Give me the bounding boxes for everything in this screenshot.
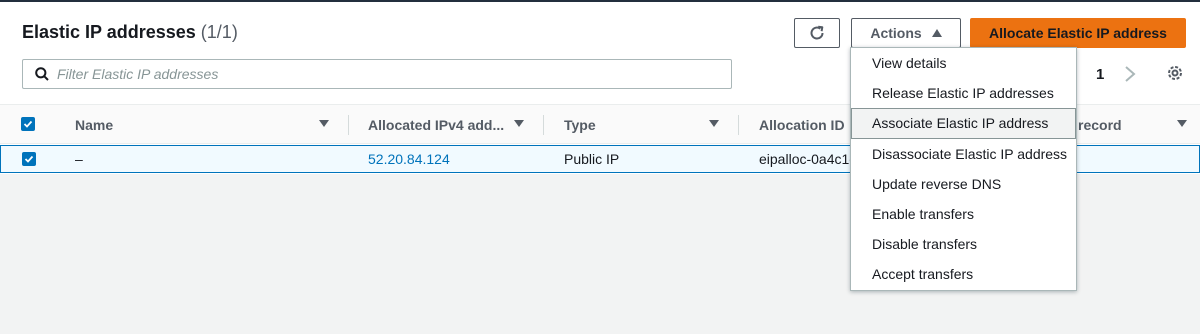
column-header-record[interactable]: record xyxy=(1078,105,1122,145)
caret-up-icon xyxy=(931,29,942,37)
column-divider[interactable] xyxy=(348,115,349,135)
cell-type: Public IP xyxy=(564,151,620,167)
menu-item-associate[interactable]: Associate Elastic IP address xyxy=(851,108,1076,139)
menu-item-update-reverse-dns[interactable]: Update reverse DNS xyxy=(851,169,1076,199)
menu-item-enable-transfers[interactable]: Enable transfers xyxy=(851,199,1076,229)
actions-button-label: Actions xyxy=(870,25,922,41)
menu-item-disable-transfers[interactable]: Disable transfers xyxy=(851,229,1076,259)
cell-name: – xyxy=(75,151,83,167)
sort-icon[interactable] xyxy=(1177,120,1187,127)
page-number[interactable]: 1 xyxy=(1096,66,1104,83)
actions-dropdown-menu: View details Release Elastic IP addresse… xyxy=(850,47,1077,291)
next-page-button[interactable] xyxy=(1123,64,1137,89)
refresh-button[interactable] xyxy=(794,18,840,48)
column-divider[interactable] xyxy=(738,115,739,135)
checkmark-icon xyxy=(23,120,33,128)
menu-item-accept-transfers[interactable]: Accept transfers xyxy=(851,259,1076,289)
refresh-icon xyxy=(810,25,824,40)
allocate-elastic-ip-button[interactable]: Allocate Elastic IP address xyxy=(970,18,1186,48)
column-header-ipv4[interactable]: Allocated IPv4 add... xyxy=(368,105,504,145)
sort-icon[interactable] xyxy=(514,120,524,127)
column-header-allocation-id[interactable]: Allocation ID xyxy=(759,105,845,145)
actions-button[interactable]: Actions xyxy=(851,18,961,48)
checkmark-icon xyxy=(24,155,34,163)
preferences-button[interactable] xyxy=(1166,64,1184,87)
search-field[interactable] xyxy=(22,59,732,89)
cell-ipv4-link[interactable]: 52.20.84.124 xyxy=(368,146,450,172)
gear-icon xyxy=(1168,66,1182,80)
column-header-type[interactable]: Type xyxy=(564,105,596,145)
selection-count: (1/1) xyxy=(200,22,238,42)
menu-item-release[interactable]: Release Elastic IP addresses xyxy=(851,78,1076,108)
chevron-right-icon xyxy=(1125,66,1136,82)
column-divider[interactable] xyxy=(543,115,544,135)
menu-item-view-details[interactable]: View details xyxy=(851,48,1076,78)
sort-icon[interactable] xyxy=(709,120,719,127)
page-title-text: Elastic IP addresses xyxy=(22,22,196,42)
menu-item-disassociate[interactable]: Disassociate Elastic IP address xyxy=(851,139,1076,169)
row-checkbox[interactable] xyxy=(22,152,36,166)
cell-allocation-id: eipalloc-0a4c1c xyxy=(759,151,857,167)
search-input[interactable] xyxy=(57,66,717,82)
select-all-checkbox[interactable] xyxy=(21,117,35,131)
sort-icon[interactable] xyxy=(319,120,329,127)
page-title: Elastic IP addresses (1/1) xyxy=(22,22,238,43)
search-icon xyxy=(35,67,49,81)
column-header-name[interactable]: Name xyxy=(75,105,113,145)
